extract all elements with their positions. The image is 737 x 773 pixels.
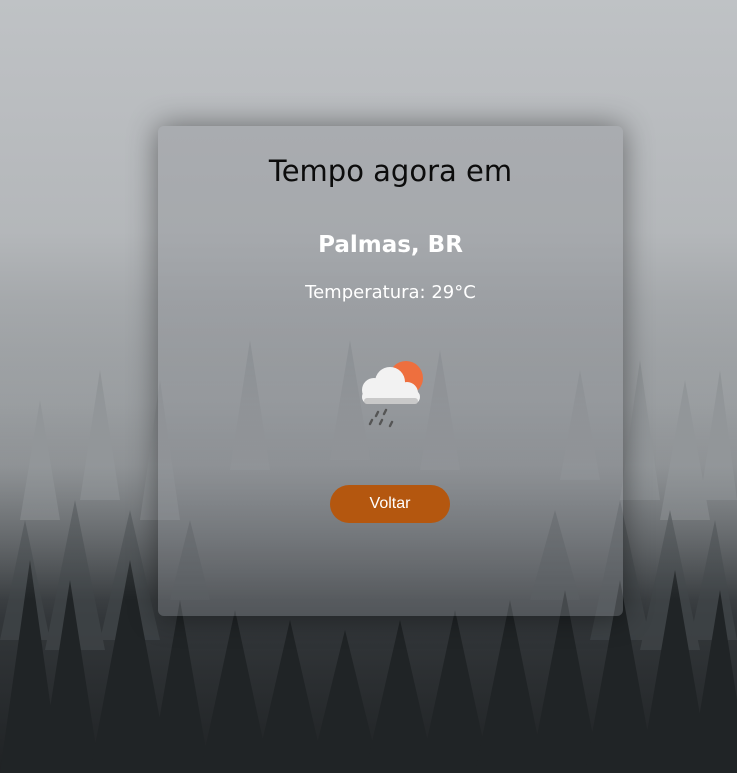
page-title: Tempo agora em — [268, 154, 513, 188]
back-button[interactable]: Voltar — [330, 485, 450, 523]
weather-card: Tempo agora em Palmas, BR Temperatura: 2… — [158, 126, 623, 616]
city-name: Palmas, BR — [318, 232, 463, 258]
cloud-sun-rain-icon — [362, 361, 423, 428]
temperature-row: Temperatura: 29°C — [158, 282, 623, 303]
temperature-value: 29°C — [431, 282, 476, 303]
temperature-label: Temperatura: — [305, 282, 426, 303]
